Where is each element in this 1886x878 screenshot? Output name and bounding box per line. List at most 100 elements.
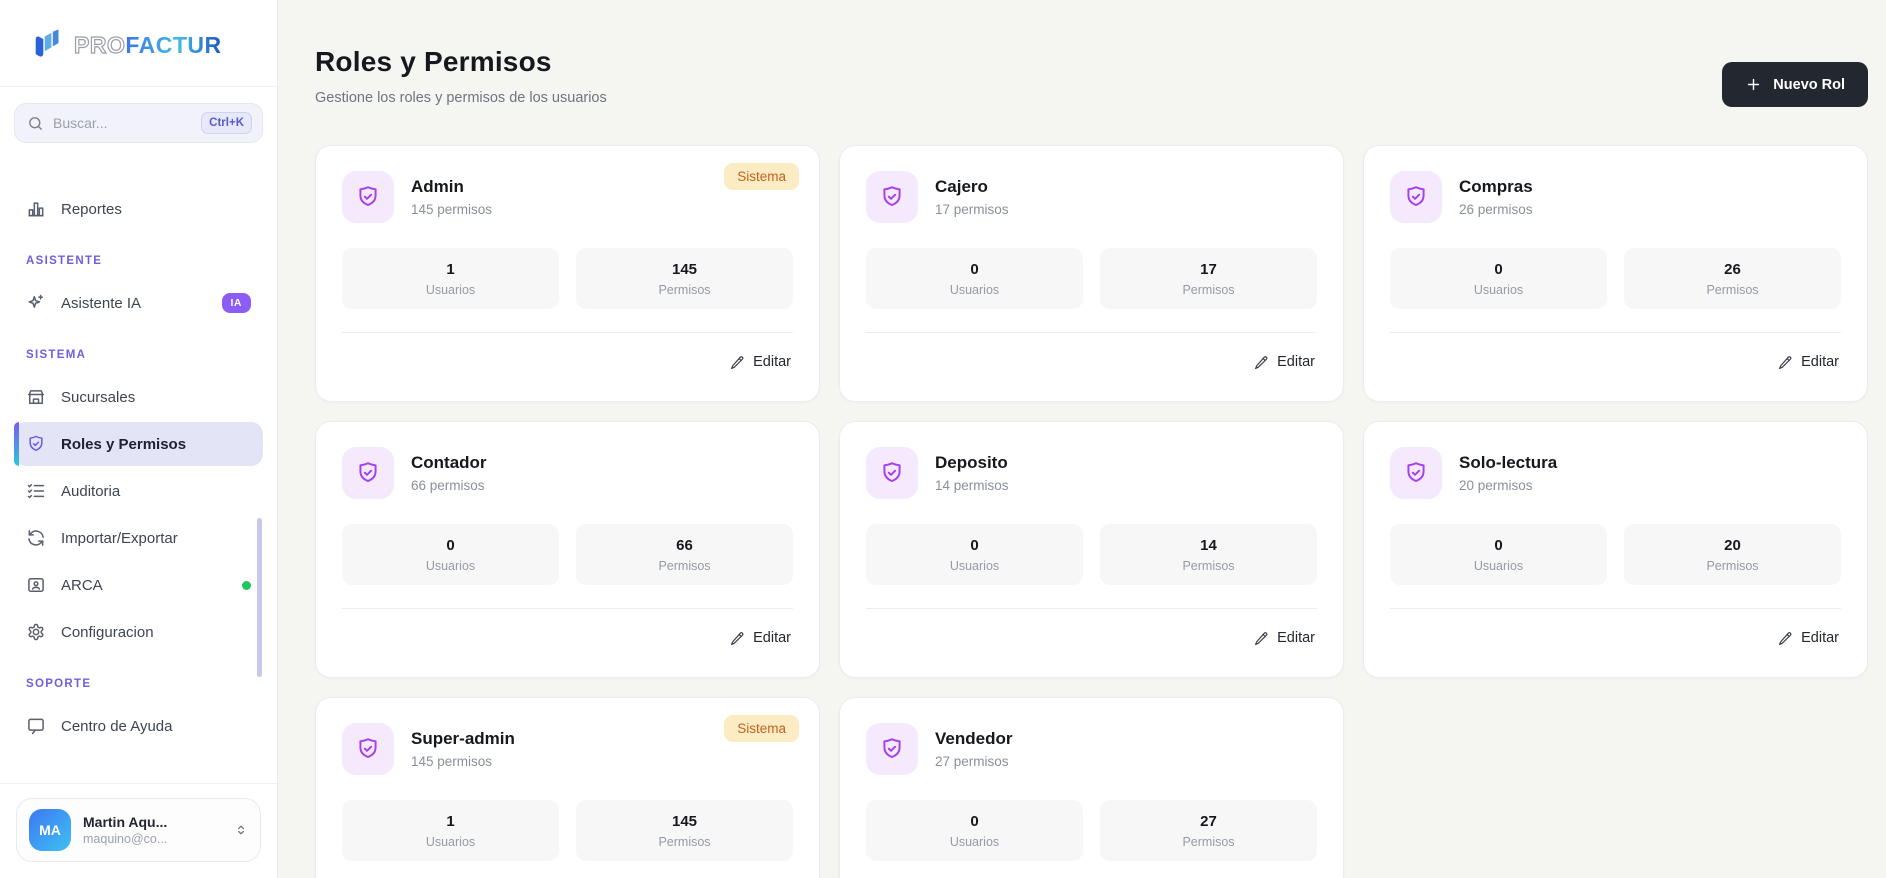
role-stats: 0 Usuarios 20 Permisos [1390, 524, 1841, 585]
sparkles-icon [26, 293, 46, 313]
role-card-head: Solo-lectura 20 permisos [1390, 447, 1841, 499]
users-label: Usuarios [1473, 559, 1524, 573]
role-card-compras: Compras 26 permisos 0 Usuarios 26 Permis… [1363, 145, 1868, 402]
role-meta: Deposito 14 permisos [935, 453, 1009, 493]
users-stat: 0 Usuarios [1390, 248, 1607, 309]
sidebar-item-reportes[interactable]: Reportes [14, 187, 263, 231]
permissions-stat: 66 Permisos [576, 524, 793, 585]
store-icon [26, 387, 46, 407]
sidebar-item-arca[interactable]: ARCA [14, 563, 263, 607]
role-permission-count: 145 permisos [411, 202, 493, 217]
brand-name-factur: FACTUR [125, 31, 222, 58]
sidebar-item-configuracion[interactable]: Configuracion [14, 610, 263, 654]
system-badge: Sistema [724, 715, 799, 742]
users-label: Usuarios [425, 559, 476, 573]
permissions-label: Permisos [658, 559, 711, 573]
role-stats: 0 Usuarios 26 Permisos [1390, 248, 1841, 309]
edit-button-label: Editar [1801, 354, 1839, 370]
role-permission-count: 14 permisos [935, 478, 1009, 493]
role-stats: 0 Usuarios 27 Permisos [866, 800, 1317, 861]
user-name: Martin Aqu... [83, 814, 168, 830]
role-permission-count: 27 permisos [935, 754, 1009, 769]
role-stats: 0 Usuarios 17 Permisos [866, 248, 1317, 309]
role-name: Super-admin [411, 729, 515, 748]
permissions-value: 26 [1724, 261, 1741, 278]
role-permission-count: 26 permisos [1459, 202, 1533, 217]
edit-button-label: Editar [753, 354, 791, 370]
sidebar-item-auditoria[interactable]: Auditoria [14, 469, 263, 513]
permissions-stat: 17 Permisos [1100, 248, 1317, 309]
sidebar-item-sucursales[interactable]: Sucursales [14, 375, 263, 419]
edit-button[interactable]: Editar [728, 624, 793, 652]
sidebar-item-label: Roles y Permisos [61, 435, 187, 453]
sidebar-item-asistente-ia[interactable]: Asistente IA IA [14, 281, 263, 325]
sidebar-item-importar-exportar[interactable]: Importar/Exportar [14, 516, 263, 560]
permissions-value: 66 [676, 537, 693, 554]
search-icon [27, 115, 44, 132]
role-shield-icon [866, 447, 918, 499]
search-shortcut-badge: Ctrl+K [201, 112, 252, 134]
id-card-icon [26, 575, 46, 595]
brand-logo-icon [35, 29, 59, 57]
role-card-deposito: Deposito 14 permisos 0 Usuarios 14 Permi… [839, 421, 1344, 678]
role-name: Deposito [935, 453, 1008, 472]
new-role-button[interactable]: Nuevo Rol [1722, 62, 1868, 107]
permissions-stat: 20 Permisos [1624, 524, 1841, 585]
permissions-stat: 145 Permisos [576, 800, 793, 861]
section-header-soporte: SOPORTE [26, 678, 92, 690]
sidebar-item-roles-permisos[interactable]: Roles y Permisos [14, 422, 263, 466]
sidebar-nav: Reportes ASISTENTE Asistente IA IA SISTE… [0, 143, 277, 783]
edit-button[interactable]: Editar [728, 348, 793, 376]
permissions-stat: 145 Permisos [576, 248, 793, 309]
pencil-icon [1778, 355, 1793, 370]
edit-button-label: Editar [753, 630, 791, 646]
edit-button-label: Editar [1277, 630, 1315, 646]
avatar: MA [29, 809, 71, 851]
user-menu-button[interactable]: MA Martin Aqu... maquino@co... [16, 798, 261, 862]
bar-chart-icon [26, 199, 46, 219]
page-header: Roles y Permisos Gestione los roles y pe… [315, 46, 1868, 107]
edit-button[interactable]: Editar [1252, 624, 1317, 652]
role-card-head: Compras 26 permisos [1390, 171, 1841, 223]
page-header-text: Roles y Permisos Gestione los roles y pe… [315, 46, 607, 106]
edit-button[interactable]: Editar [1776, 348, 1841, 376]
sidebar-scrollbar-thumb[interactable] [257, 518, 262, 677]
sidebar-item-centro-ayuda[interactable]: Centro de Ayuda [14, 704, 263, 748]
edit-button[interactable]: Editar [1776, 624, 1841, 652]
permissions-label: Permisos [1182, 559, 1235, 573]
card-footer: Editar [866, 348, 1317, 376]
pencil-icon [730, 355, 745, 370]
role-permission-count: 66 permisos [411, 478, 485, 493]
users-value: 0 [1494, 537, 1503, 554]
sidebar-user-section: MA Martin Aqu... maquino@co... [0, 783, 277, 878]
user-email: maquino@co... [83, 832, 168, 846]
shield-check-icon [26, 434, 46, 454]
permissions-label: Permisos [1706, 283, 1759, 297]
permissions-label: Permisos [1182, 283, 1235, 297]
role-card-super-admin: Sistema Super-admin 145 permisos 1 Usuar… [315, 697, 820, 878]
permissions-value: 17 [1200, 261, 1217, 278]
permissions-label: Permisos [1182, 835, 1235, 849]
role-shield-icon [866, 723, 918, 775]
users-stat: 0 Usuarios [866, 524, 1083, 585]
sidebar-item-label: Centro de Ayuda [61, 717, 173, 735]
permissions-label: Permisos [658, 283, 711, 297]
role-stats: 1 Usuarios 145 Permisos [342, 800, 793, 861]
card-footer: Editar [342, 624, 793, 652]
pencil-icon [730, 631, 745, 646]
page-title: Roles y Permisos [315, 46, 552, 77]
ia-badge: IA [221, 293, 251, 313]
role-permission-count: 20 permisos [1459, 478, 1533, 493]
section-header-sistema: SISTEMA [26, 349, 87, 361]
sync-icon [26, 528, 46, 548]
card-divider [342, 332, 793, 333]
card-footer: Editar [1390, 348, 1841, 376]
search-input[interactable] [53, 115, 193, 131]
permissions-value: 145 [671, 813, 698, 830]
edit-button[interactable]: Editar [1252, 348, 1317, 376]
permissions-label: Permisos [1706, 559, 1759, 573]
role-meta: Super-admin 145 permisos [411, 729, 515, 769]
search-box[interactable]: Ctrl+K [14, 103, 263, 143]
card-footer: Editar [866, 624, 1317, 652]
role-card-solo-lectura: Solo-lectura 20 permisos 0 Usuarios 20 P… [1363, 421, 1868, 678]
